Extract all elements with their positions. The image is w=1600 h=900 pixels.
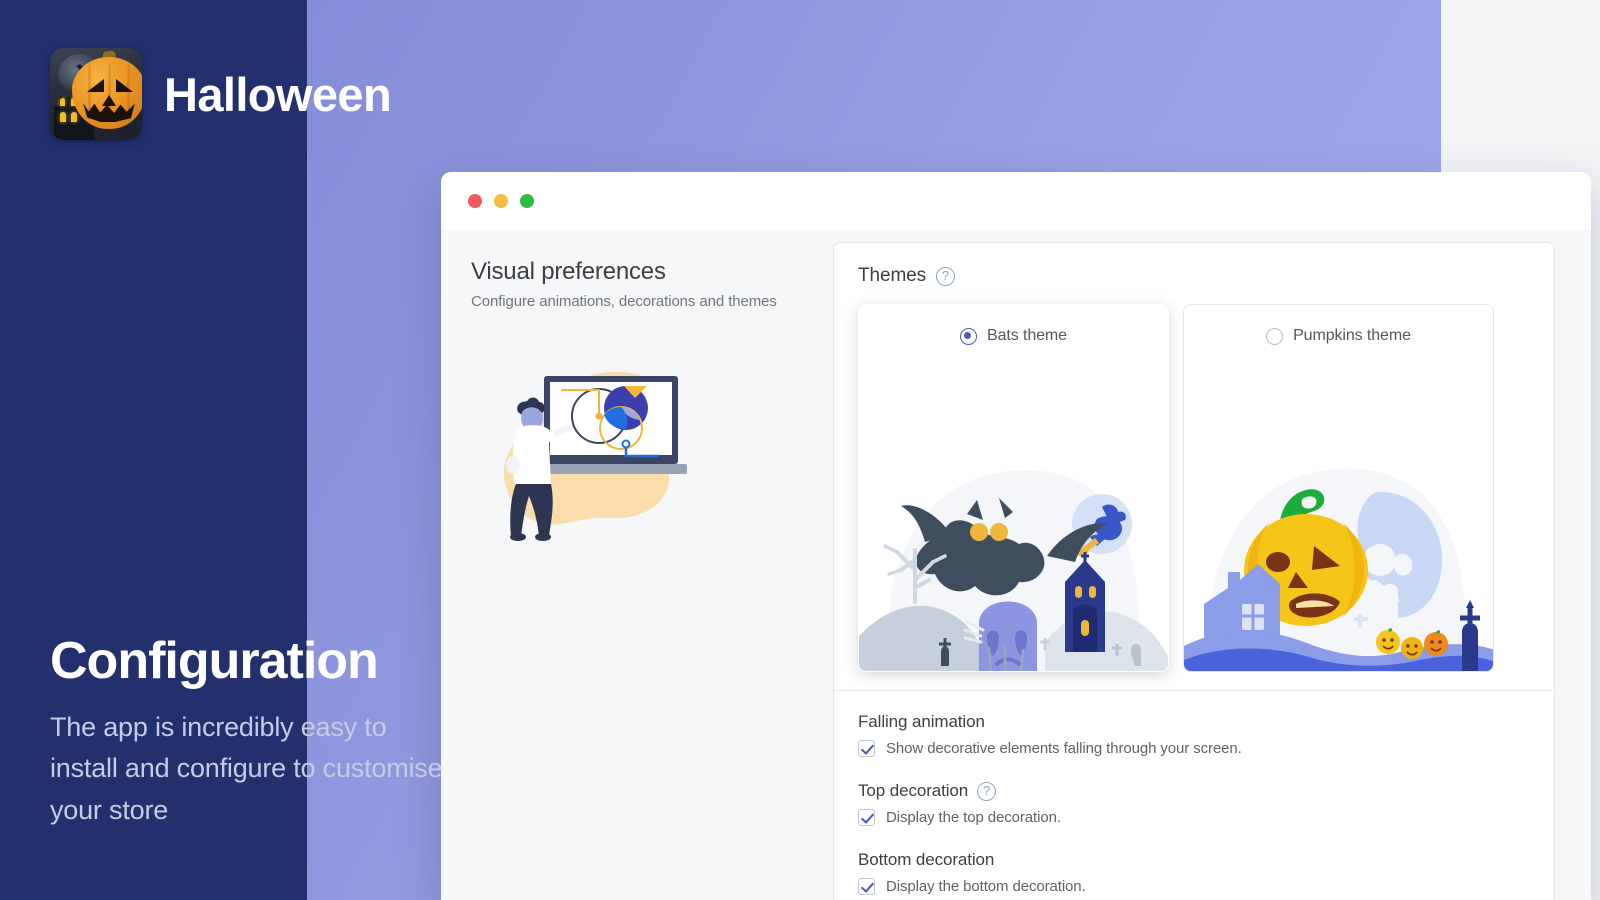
option-group-falling-animation: Falling animation Show decorative elemen…	[858, 712, 1530, 757]
hero-subtitle: The app is incredibly easy to install an…	[50, 711, 443, 826]
checkbox-top-decoration[interactable]	[858, 809, 875, 826]
pane-title: Visual preferences	[471, 258, 666, 285]
person-presenting-chart-illustration	[471, 336, 807, 556]
option-title-bottom-decoration: Bottom decoration	[858, 850, 995, 869]
app-window: Visual preferences Configure animations,…	[441, 172, 1591, 900]
house-window-icon	[60, 98, 65, 106]
theme-card-pumpkins[interactable]: Pumpkins theme	[1183, 304, 1494, 672]
theme-label-bats: Bats theme	[987, 327, 1067, 344]
settings-options: Falling animation Show decorative elemen…	[834, 691, 1554, 895]
pane-description: Configure animations, decorations and th…	[471, 293, 777, 310]
window-minimize-button[interactable]	[494, 194, 508, 208]
theme-options-row: Bats theme Pumpkins theme	[834, 287, 1554, 672]
themes-title: Themes	[858, 265, 927, 286]
themes-header: Themes ?	[834, 265, 1554, 287]
hero-title: Configuration	[50, 632, 379, 690]
settings-pane: Themes ? Bats theme Pumpkins theme Falli…	[833, 230, 1591, 900]
option-group-bottom-decoration: Bottom decoration Display the bottom dec…	[858, 850, 1530, 895]
window-maximize-button[interactable]	[520, 194, 534, 208]
window-body: Visual preferences Configure animations,…	[441, 230, 1591, 900]
help-icon[interactable]: ?	[977, 781, 997, 801]
jack-o-lantern-icon	[72, 50, 142, 129]
help-icon[interactable]: ?	[936, 266, 956, 286]
settings-card: Themes ? Bats theme Pumpkins theme Falli…	[833, 242, 1555, 900]
pumpkins-theme-illustration	[1184, 374, 1493, 671]
window-close-button[interactable]	[468, 194, 482, 208]
checkbox-label-falling-animation: Show decorative elements falling through…	[886, 740, 1242, 757]
window-titlebar	[441, 172, 1591, 230]
option-title-falling-animation: Falling animation	[858, 712, 985, 731]
option-group-top-decoration: Top decoration ? Display the top decorat…	[858, 781, 1530, 826]
checkbox-label-top-decoration: Display the top decoration.	[886, 809, 1061, 826]
theme-choice-bats[interactable]: Bats theme	[859, 327, 1168, 345]
checkbox-label-bottom-decoration: Display the bottom decoration.	[886, 878, 1086, 895]
option-header: Top decoration ?	[858, 781, 1530, 801]
brand-title: Halloween	[164, 67, 392, 121]
checkbox-bottom-decoration[interactable]	[858, 878, 875, 895]
option-row-top-decoration[interactable]: Display the top decoration.	[858, 809, 1530, 826]
option-row-falling-animation[interactable]: Show decorative elements falling through…	[858, 740, 1530, 757]
theme-label-pumpkins: Pumpkins theme	[1293, 327, 1411, 344]
radio-pumpkins-theme[interactable]	[1266, 327, 1284, 345]
brand-header: Halloween	[50, 48, 392, 140]
option-row-bottom-decoration[interactable]: Display the bottom decoration.	[858, 878, 1530, 895]
hero-copy: Configuration The app is incredibly easy…	[50, 634, 450, 832]
visual-preferences-pane: Visual preferences Configure animations,…	[441, 230, 833, 900]
option-header: Falling animation	[858, 712, 1530, 732]
bats-theme-illustration	[859, 374, 1168, 671]
option-header: Bottom decoration	[858, 850, 1530, 870]
theme-choice-pumpkins[interactable]: Pumpkins theme	[1184, 327, 1493, 345]
radio-bats-theme[interactable]	[960, 327, 978, 345]
checkbox-falling-animation[interactable]	[858, 740, 875, 757]
halloween-app-icon	[50, 48, 142, 140]
theme-card-bats[interactable]: Bats theme	[858, 304, 1169, 672]
house-window-icon	[60, 112, 66, 122]
option-title-top-decoration: Top decoration	[858, 781, 969, 800]
